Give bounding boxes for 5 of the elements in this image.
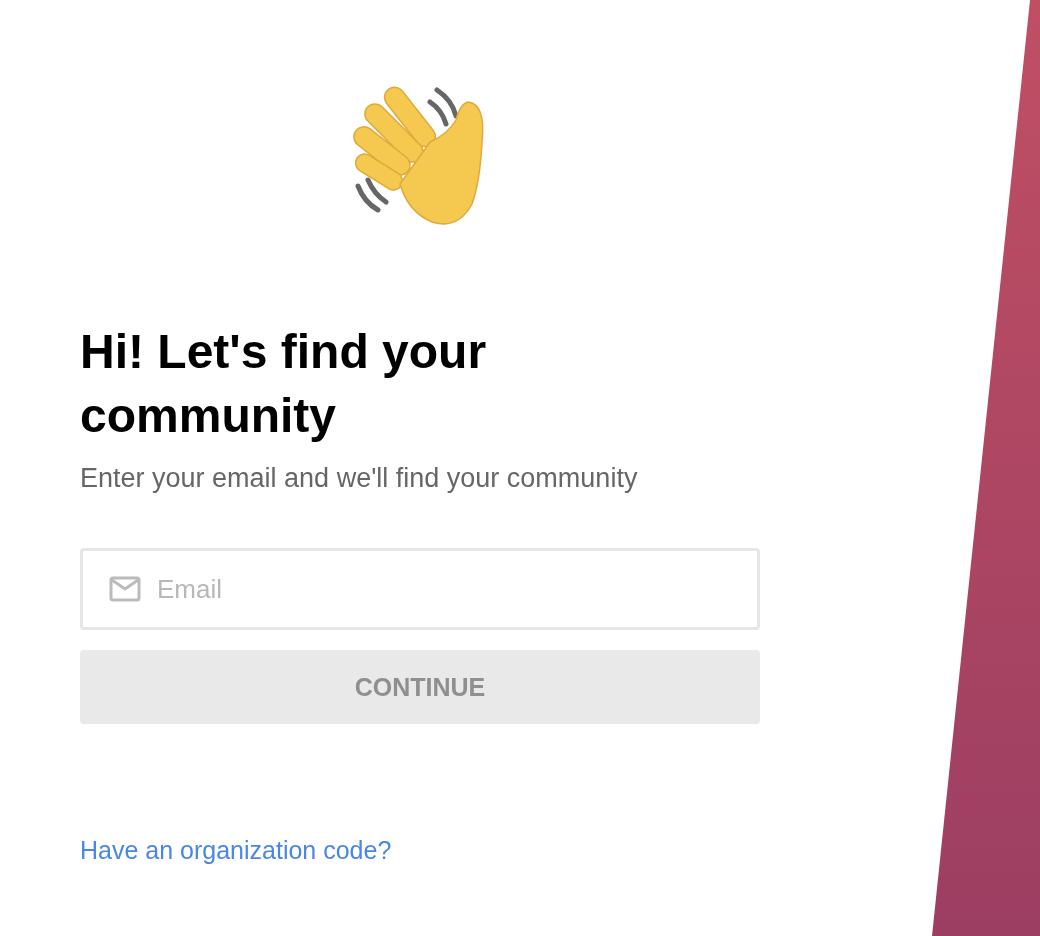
email-field[interactable]: Email xyxy=(80,548,760,630)
subtitle: Enter your email and we'll find your community xyxy=(80,462,639,495)
organization-code-link[interactable]: Have an organization code? xyxy=(80,836,392,865)
mail-icon xyxy=(109,576,141,602)
page-heading: Hi! Let's find your community xyxy=(80,324,488,444)
